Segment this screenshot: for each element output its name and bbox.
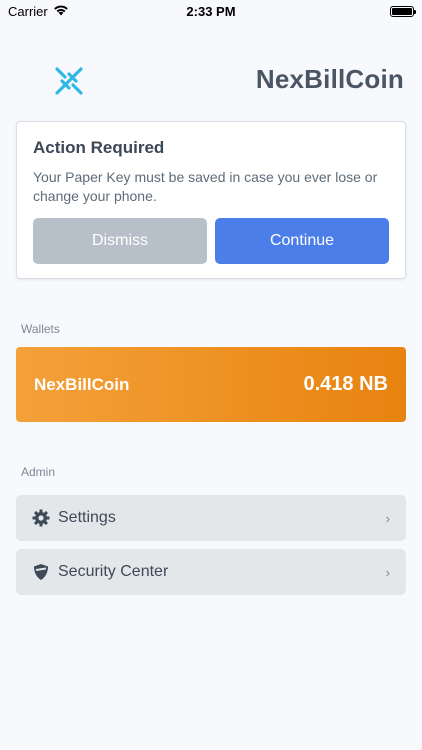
header: NexBillCoin: [0, 56, 422, 104]
dismiss-button[interactable]: Dismiss: [33, 218, 207, 264]
wifi-icon: [53, 4, 69, 19]
chevron-right-icon: ›: [385, 564, 390, 580]
admin-section-label: Admin: [21, 465, 56, 479]
prompt-title: Action Required: [33, 138, 165, 157]
app-title: NexBillCoin: [255, 64, 404, 94]
action-required-card: Action Required Your Paper Key must be s…: [16, 121, 406, 279]
status-left: Carrier: [8, 4, 69, 19]
status-bar: Carrier 2:33 PM: [0, 0, 422, 22]
chevron-right-icon: ›: [385, 510, 390, 526]
prompt-body: Your Paper Key must be saved in case you…: [33, 169, 378, 204]
shield-icon: [32, 563, 50, 581]
settings-menu-item[interactable]: Settings ›: [16, 495, 406, 541]
carrier-label: Carrier: [8, 3, 48, 19]
x-logo-icon: [52, 64, 86, 98]
security-center-menu-item[interactable]: Security Center ›: [16, 549, 406, 595]
security-center-label: Security Center: [58, 563, 169, 580]
wallets-section-label: Wallets: [21, 322, 60, 336]
gear-icon: [32, 509, 50, 527]
continue-button[interactable]: Continue: [215, 218, 389, 264]
wallet-name: NexBillCoin: [34, 374, 130, 394]
prompt-buttons: Dismiss Continue: [33, 218, 389, 264]
battery-icon: [390, 5, 416, 17]
wallet-card[interactable]: NexBillCoin 0.418 NB: [16, 347, 406, 422]
settings-label: Settings: [58, 509, 116, 526]
wallet-balance: 0.418 NB: [303, 373, 389, 395]
